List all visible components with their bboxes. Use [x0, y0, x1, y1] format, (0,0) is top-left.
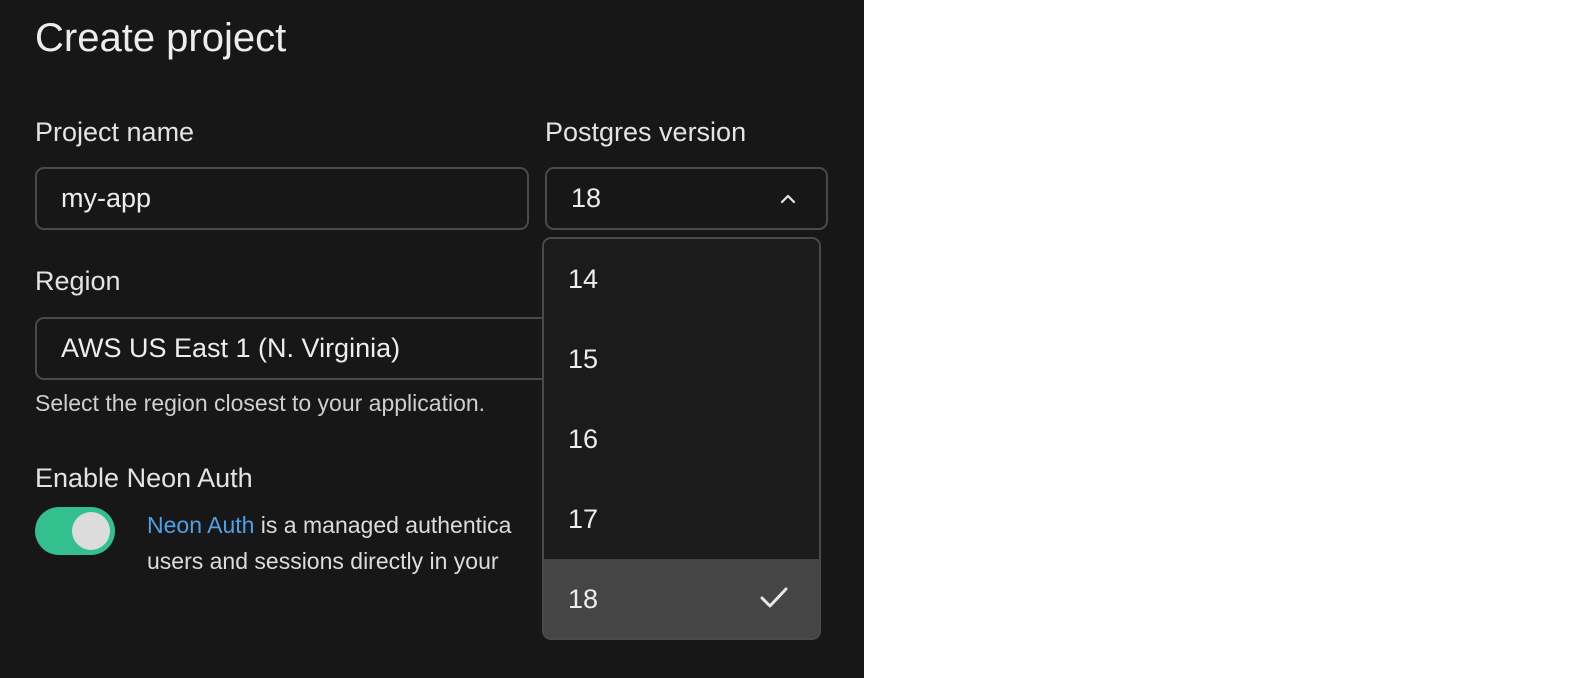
neon-auth-description-line2: users and sessions directly in your [147, 548, 499, 574]
project-name-label: Project name [35, 117, 195, 147]
option-14[interactable]: 14 [544, 239, 819, 319]
postgres-version-value: 18 [571, 183, 602, 213]
region-select[interactable]: AWS US East 1 (N. Virginia) [35, 317, 595, 380]
project-name-input[interactable] [35, 167, 529, 230]
neon-auth-toggle[interactable] [35, 507, 115, 555]
chevron-up-icon [780, 194, 796, 204]
region-label: Region [35, 266, 121, 296]
page-title: Create project [35, 16, 287, 60]
neon-auth-link[interactable]: Neon Auth [147, 512, 254, 538]
neon-auth-description-line1: is a managed authentica [254, 512, 512, 538]
option-16[interactable]: 16 [544, 399, 819, 479]
option-17[interactable]: 17 [544, 479, 819, 559]
region-hint: Select the region closest to your applic… [35, 390, 486, 416]
toggle-knob [72, 512, 110, 550]
option-18-label: 18 [568, 584, 599, 614]
postgres-version-select[interactable]: 18 [545, 167, 828, 230]
neon-auth-description: Neon Auth is a managed authentica users … [147, 507, 547, 579]
option-18-selected[interactable]: 18 [544, 559, 819, 638]
postgres-version-label: Postgres version [545, 117, 747, 147]
postgres-version-dropdown: 14 15 16 17 18 [542, 237, 821, 640]
neon-auth-label: Enable Neon Auth [35, 463, 253, 493]
check-icon [760, 587, 788, 608]
region-value: AWS US East 1 (N. Virginia) [61, 333, 401, 363]
create-project-panel: Create project Project name Postgres ver… [0, 0, 864, 678]
option-15[interactable]: 15 [544, 319, 819, 399]
